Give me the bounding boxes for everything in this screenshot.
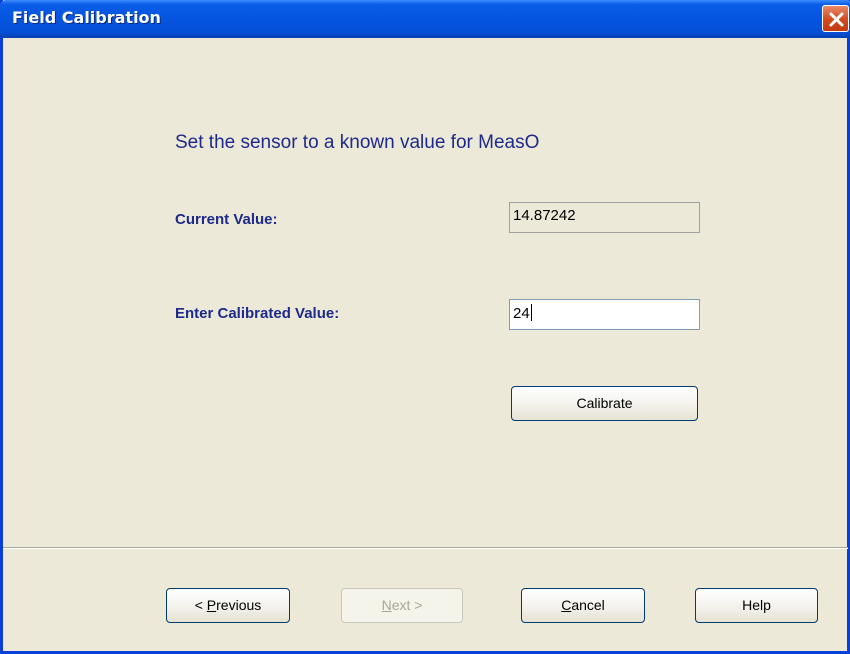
next-label: ext > (391, 597, 423, 613)
text-caret (530, 304, 532, 321)
calibrated-value-text: 24 (513, 305, 530, 322)
title-bar[interactable]: Field Calibration (0, 0, 850, 38)
close-button[interactable] (822, 5, 849, 32)
footer-separator (3, 547, 848, 549)
calibrated-value-label: Enter Calibrated Value: (175, 305, 340, 322)
previous-button[interactable]: < Previous (166, 588, 290, 623)
current-value-label: Current Value: (175, 211, 278, 228)
previous-mnemonic: P (206, 597, 217, 613)
instruction-heading: Set the sensor to a known value for Meas… (175, 132, 540, 153)
next-button[interactable]: Next > (341, 588, 463, 623)
calibrated-value-input[interactable]: 24 (509, 299, 700, 330)
help-button[interactable]: Help (695, 588, 818, 623)
close-icon (829, 12, 844, 27)
field-calibration-dialog: Field Calibration Set the sensor to a kn… (0, 0, 850, 654)
window-title: Field Calibration (12, 8, 161, 27)
current-value-field: 14.87242 (509, 202, 700, 233)
cancel-mnemonic: C (561, 597, 572, 613)
previous-prefix: < (194, 597, 207, 613)
calibrate-button[interactable]: Calibrate (511, 386, 698, 421)
next-mnemonic: N (381, 597, 392, 613)
cancel-label: ancel (571, 597, 605, 613)
content-panel: Set the sensor to a known value for Meas… (6, 38, 847, 548)
cancel-button[interactable]: Cancel (521, 588, 645, 623)
previous-label: revious (216, 597, 262, 613)
current-value-text: 14.87242 (513, 207, 576, 224)
